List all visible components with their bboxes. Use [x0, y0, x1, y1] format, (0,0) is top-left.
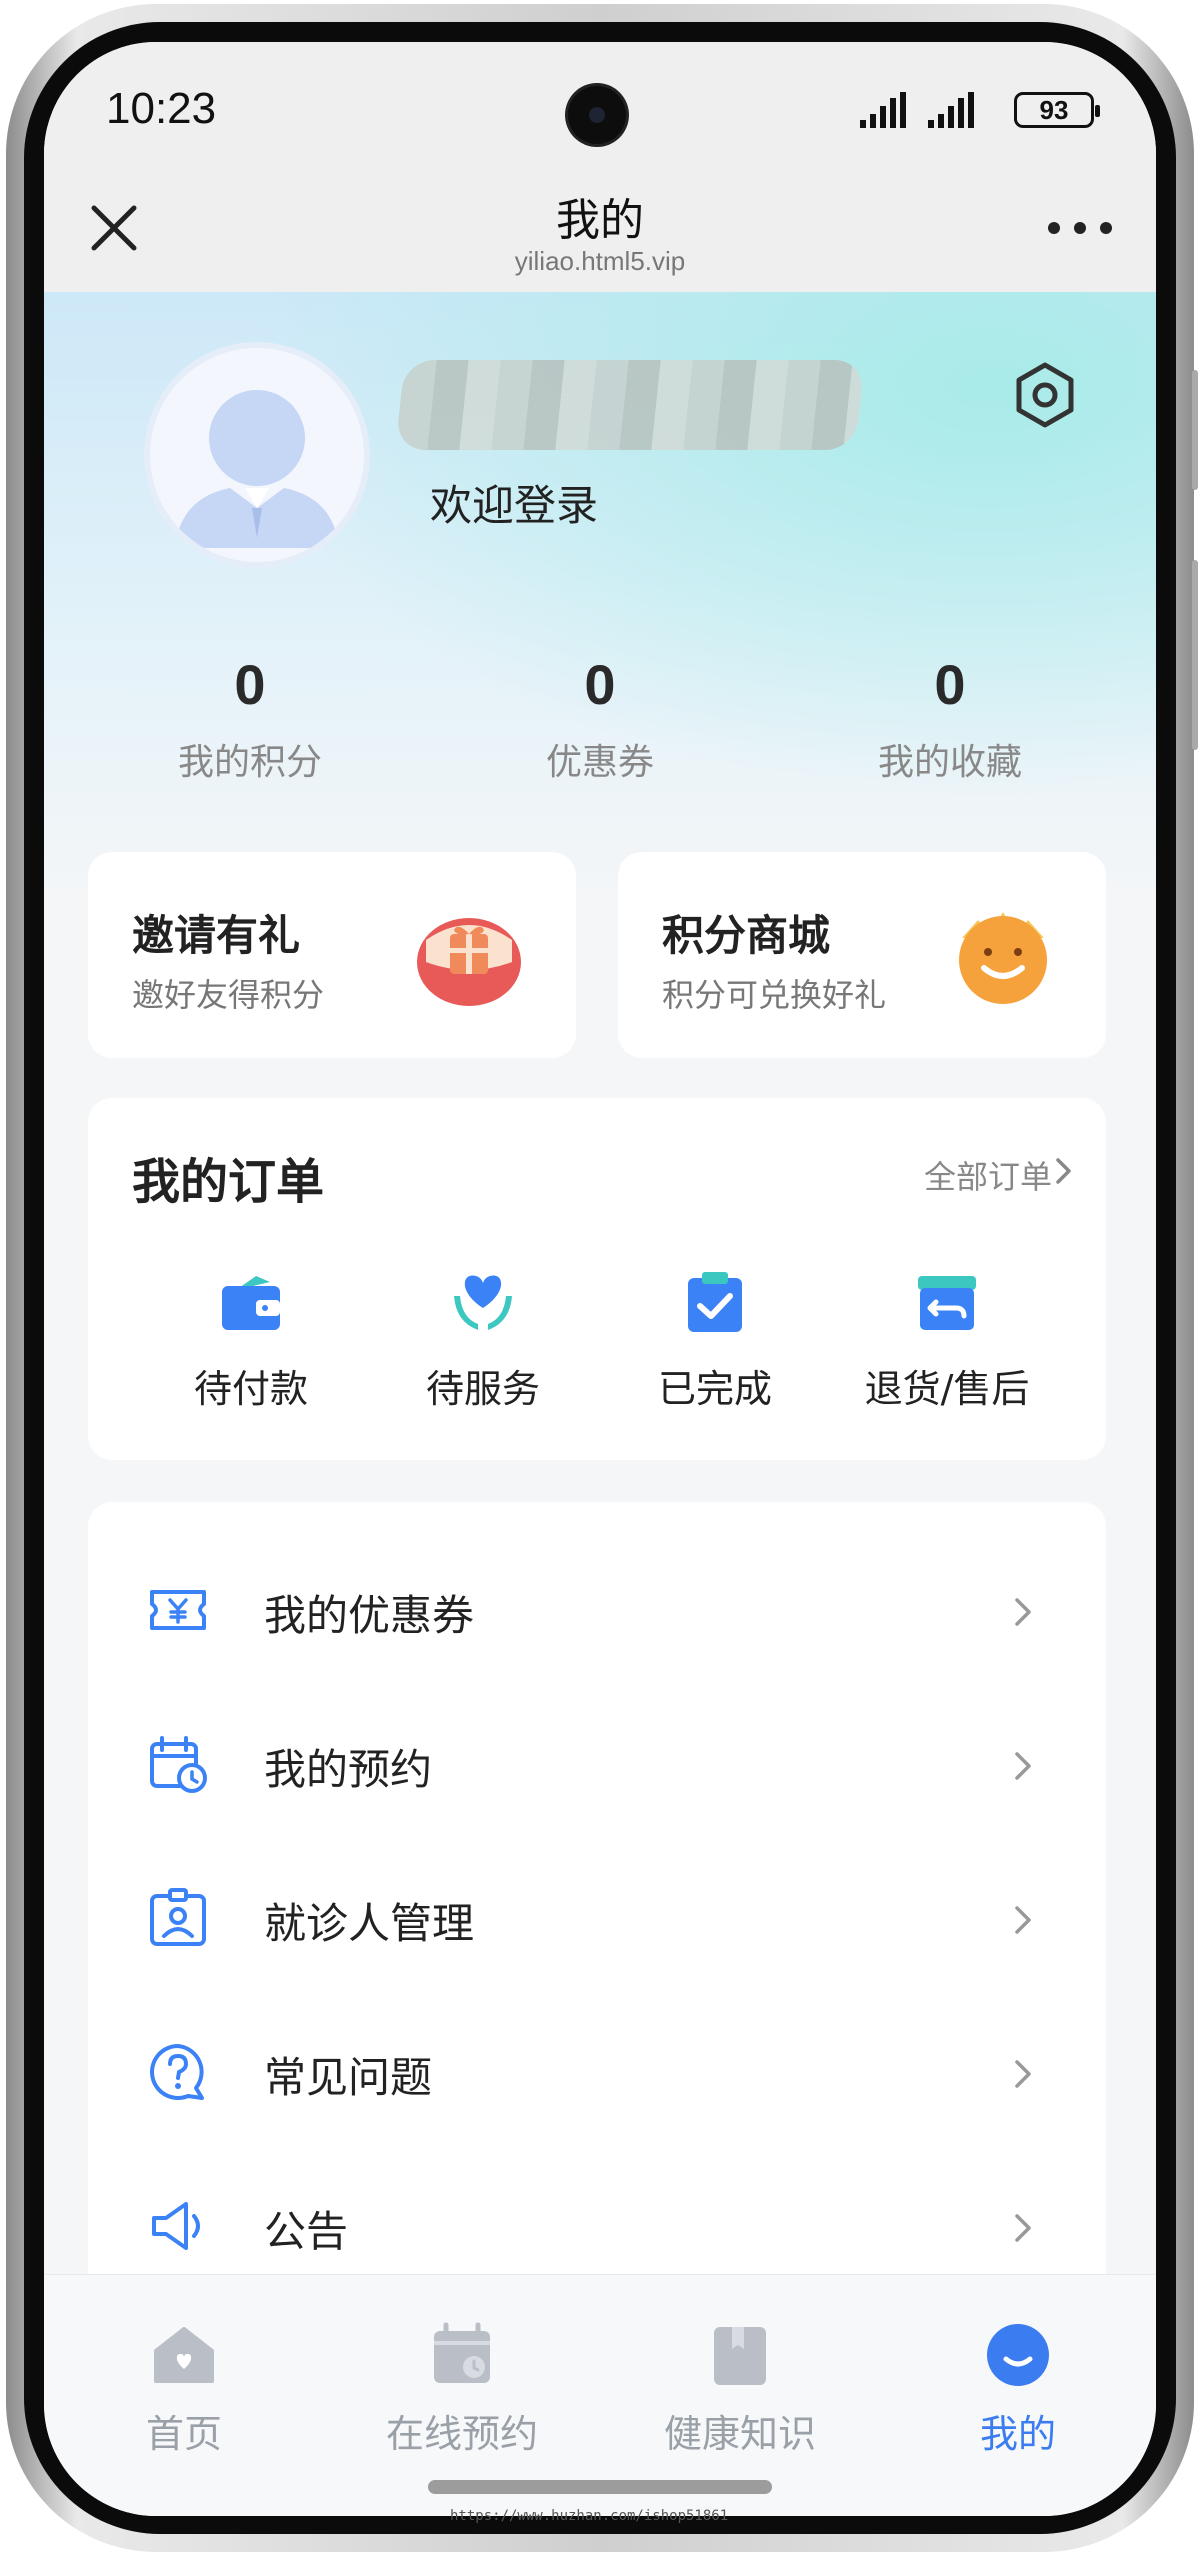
orders-card: 我的订单 全部订单 待付款 待服务 已完成 退货/售后: [88, 1098, 1106, 1460]
menu-item-patients[interactable]: 就诊人管理: [88, 1840, 1106, 1994]
order-label: 退货/售后: [864, 1367, 1030, 1411]
stat-points[interactable]: 0 我的积分: [140, 652, 360, 785]
all-orders-link[interactable]: 全部订单: [924, 1152, 1052, 1198]
promo-subtitle: 邀好友得积分: [132, 976, 325, 1014]
avatar[interactable]: [144, 342, 370, 568]
signal-icon: [860, 92, 974, 128]
calendar-clock-icon: [150, 1736, 207, 1793]
chevron-right-icon: [1015, 1906, 1031, 1934]
bookmark-icon: [714, 2327, 766, 2385]
stat-value: 0: [584, 653, 616, 716]
menu-label: 就诊人管理: [264, 1899, 475, 1948]
menu-item-coupons[interactable]: 我的优惠券: [88, 1532, 1106, 1686]
status-time: 10:23: [106, 84, 217, 133]
question-bubble-icon: [150, 2044, 204, 2100]
gift-icon: [417, 918, 521, 1006]
order-pending-service[interactable]: 待服务: [368, 1268, 598, 1413]
id-badge-icon: [150, 1888, 206, 1946]
heart-hands-icon: [454, 1275, 512, 1330]
tab-mine[interactable]: 我的: [898, 2321, 1138, 2458]
chevron-right-icon: [1015, 1598, 1031, 1626]
menu-label: 常见问题: [264, 2053, 433, 2102]
return-box-icon: [918, 1276, 976, 1330]
promo-subtitle: 积分可兑换好礼: [662, 976, 887, 1014]
stat-value: 0: [934, 653, 966, 716]
invite-card[interactable]: 邀请有礼 邀好友得积分: [88, 852, 576, 1058]
chevron-right-icon: [1015, 2060, 1031, 2088]
home-indicator[interactable]: [428, 2480, 772, 2494]
stat-label: 我的积分: [177, 742, 322, 783]
tab-health-knowledge[interactable]: 健康知识: [620, 2321, 860, 2458]
menu-item-appointments[interactable]: 我的预约: [88, 1686, 1106, 1840]
page-url: yiliao.html5.vip: [514, 246, 686, 276]
order-pending-payment[interactable]: 待付款: [136, 1268, 366, 1413]
front-camera: [568, 86, 626, 144]
screen: 10:23 93 我的 yiliao.html5.vip 欢迎登录 0 我的积分…: [44, 42, 1156, 2516]
orders-title: 我的订单: [132, 1154, 325, 1210]
menu-card: 我的优惠券 我的预约 就诊人管理 常见问题 公告: [88, 1502, 1106, 2322]
menu-item-faq[interactable]: 常见问题: [88, 1994, 1106, 2148]
home-icon: [154, 2327, 214, 2383]
points-mall-card[interactable]: 积分商城 积分可兑换好礼: [618, 852, 1106, 1058]
more-icon[interactable]: [1048, 220, 1112, 236]
power-button: [1192, 560, 1198, 750]
order-label: 待付款: [193, 1367, 308, 1411]
volume-button: [1192, 370, 1198, 490]
order-label: 待服务: [425, 1367, 540, 1411]
speaker-icon: [152, 2202, 200, 2250]
stat-value: 0: [234, 653, 266, 716]
order-label: 已完成: [657, 1367, 772, 1411]
menu-label: 我的优惠券: [264, 1591, 475, 1640]
tab-online-booking[interactable]: 在线预约: [342, 2321, 582, 2458]
promo-title: 邀请有礼: [132, 911, 301, 960]
menu-label: 公告: [264, 2207, 349, 2256]
stat-label: 我的收藏: [877, 742, 1022, 783]
order-after-sales[interactable]: 退货/售后: [832, 1268, 1062, 1413]
menu-label: 我的预约: [264, 1745, 433, 1794]
watermark: https://www.huzhan.com/ishop51861: [450, 2508, 729, 2524]
settings-icon[interactable]: [1010, 360, 1080, 430]
stat-favorites[interactable]: 0 我的收藏: [840, 652, 1060, 785]
chevron-right-icon: [1015, 1752, 1031, 1780]
clipboard-check-icon: [688, 1272, 742, 1332]
status-bar: 10:23 93: [44, 42, 1156, 162]
title-bar: 我的 yiliao.html5.vip: [44, 162, 1156, 292]
smile-icon: [987, 2324, 1049, 2386]
calendar-icon: [434, 2322, 490, 2383]
smile-crown-icon: [959, 912, 1047, 1004]
battery-indicator: 93: [1014, 92, 1100, 128]
tab-label: 在线预约: [385, 2412, 538, 2456]
tab-label: 首页: [145, 2412, 222, 2456]
tab-label: 健康知识: [663, 2412, 816, 2456]
wallet-icon: [222, 1276, 280, 1330]
tab-label: 我的: [979, 2412, 1056, 2456]
tab-home[interactable]: 首页: [64, 2321, 304, 2458]
chevron-right-icon: [1015, 2214, 1031, 2242]
chevron-right-icon: [1056, 1158, 1071, 1184]
stat-label: 优惠券: [545, 742, 654, 783]
welcome-login[interactable]: 欢迎登录: [430, 472, 598, 533]
order-completed[interactable]: 已完成: [600, 1268, 830, 1413]
promo-title: 积分商城: [662, 911, 831, 960]
page-title: 我的: [556, 195, 644, 246]
stat-coupons[interactable]: 0 优惠券: [490, 652, 710, 785]
coupon-icon: [150, 1590, 206, 1630]
blurred-username: [395, 360, 865, 450]
